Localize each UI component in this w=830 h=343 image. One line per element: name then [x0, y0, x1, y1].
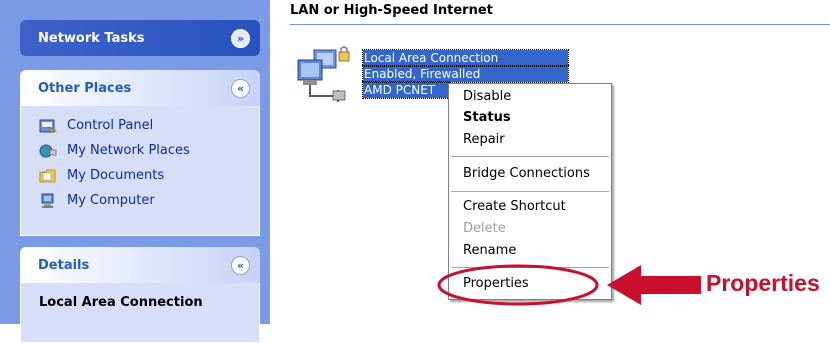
place-label: Control Panel — [67, 118, 154, 133]
menu-item-disable[interactable]: Disable — [463, 87, 511, 107]
connection-status: Enabled, Firewalled — [362, 65, 569, 83]
documents-folder-icon — [39, 169, 56, 182]
collapse-chevron-icon[interactable]: « — [231, 255, 250, 275]
place-label: My Computer — [67, 193, 155, 208]
connection-device: AMD PCNET — [362, 81, 450, 99]
lan-connection-icon[interactable] — [294, 44, 358, 106]
menu-item-bridge-connections[interactable]: Bridge Connections — [463, 164, 590, 184]
place-control-panel[interactable]: Control Panel — [21, 113, 259, 138]
collapse-chevron-icon[interactable]: « — [231, 78, 250, 98]
section-divider — [290, 24, 830, 25]
expand-chevron-icon[interactable]: » — [231, 28, 250, 48]
highlight-ellipse — [437, 264, 599, 306]
place-label: My Documents — [67, 168, 165, 183]
task-pane: Network Tasks » Other Places « Control P… — [0, 0, 270, 343]
computer-icon — [41, 193, 54, 208]
details-connection-name: Local Area Connection — [39, 295, 203, 310]
other-places-list: Control Panel My Network Places My Docum… — [20, 106, 260, 236]
network-tasks-panel: Network Tasks » — [20, 20, 260, 56]
menu-item-delete: Delete — [463, 221, 506, 236]
place-my-network-places[interactable]: My Network Places — [21, 138, 259, 163]
callout-label: Properties — [706, 270, 820, 296]
place-label: My Network Places — [67, 143, 190, 158]
menu-item-create-shortcut[interactable]: Create Shortcut — [463, 197, 566, 217]
place-my-documents[interactable]: My Documents — [21, 163, 259, 188]
menu-item-rename[interactable]: Rename — [463, 241, 516, 261]
network-places-icon — [39, 144, 57, 157]
menu-item-status[interactable]: Status — [463, 108, 511, 128]
network-tasks-title: Network Tasks — [38, 30, 145, 46]
control-panel-icon — [39, 119, 57, 132]
callout-arrow-icon — [607, 265, 701, 305]
other-places-panel: Other Places « Control Panel My Network … — [20, 70, 260, 236]
other-places-header[interactable]: Other Places « — [20, 70, 260, 106]
details-panel: Details « Local Area Connection — [20, 247, 260, 343]
menu-item-repair[interactable]: Repair — [463, 130, 505, 150]
section-title: LAN or High-Speed Internet — [290, 3, 493, 18]
menu-separator — [451, 191, 609, 192]
place-my-computer[interactable]: My Computer — [21, 188, 259, 213]
connection-name: Local Area Connection — [362, 49, 569, 67]
menu-separator — [451, 156, 609, 157]
details-body: Local Area Connection — [20, 283, 260, 343]
details-title: Details — [38, 257, 90, 273]
other-places-title: Other Places — [38, 80, 132, 96]
network-tasks-header[interactable]: Network Tasks » — [20, 20, 260, 56]
details-header[interactable]: Details « — [20, 247, 260, 283]
